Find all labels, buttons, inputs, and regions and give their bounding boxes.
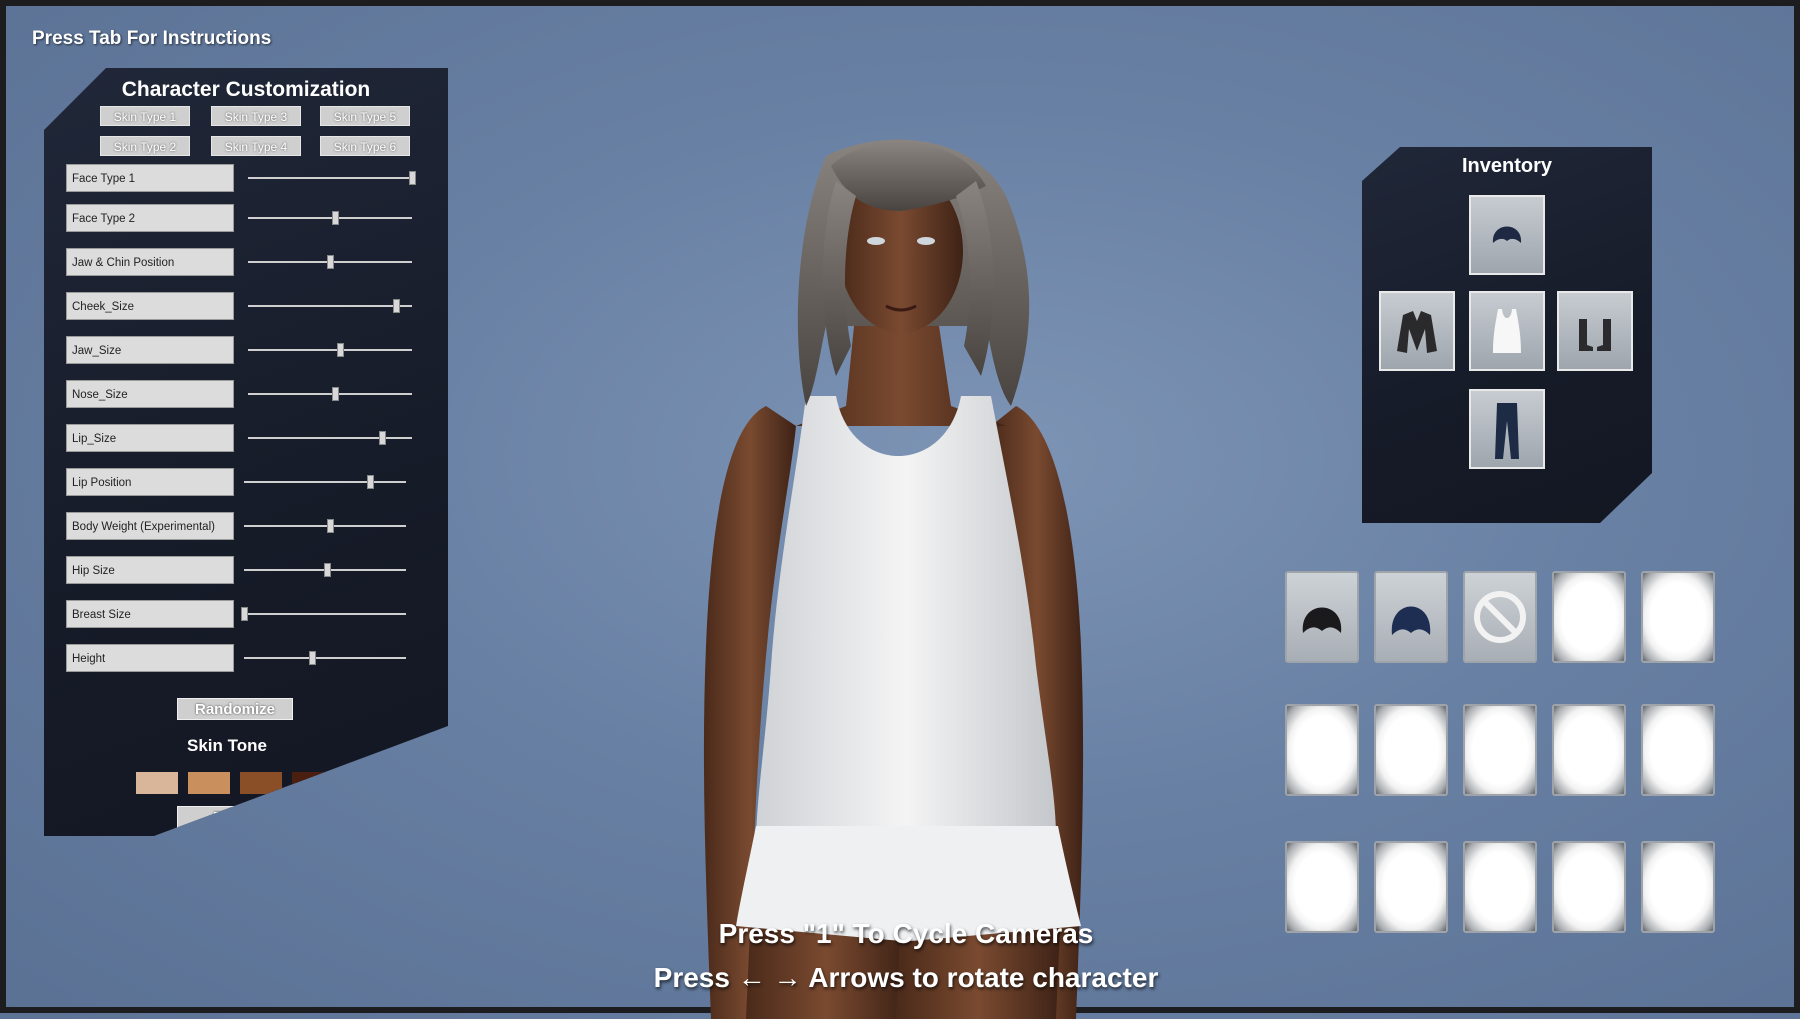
skin-tone-swatch[interactable] bbox=[292, 772, 334, 794]
slider-track[interactable] bbox=[244, 525, 406, 527]
slider-label: Jaw_Size bbox=[66, 336, 234, 364]
tank-top-icon bbox=[1493, 309, 1521, 353]
randomize-button[interactable]: Randomize bbox=[177, 698, 293, 720]
slider-label: Hip Size bbox=[66, 556, 234, 584]
slider-row: Nose_Size bbox=[66, 380, 426, 408]
jeans-icon bbox=[1495, 403, 1519, 459]
item-slot[interactable] bbox=[1374, 571, 1448, 663]
slider-row: Height bbox=[66, 644, 426, 672]
slider-thumb[interactable] bbox=[392, 299, 400, 313]
dark-hair-icon bbox=[1302, 607, 1342, 633]
empty-item-slot[interactable] bbox=[1285, 704, 1359, 796]
slider-row: Lip_Size bbox=[66, 424, 426, 452]
item-slot[interactable] bbox=[1285, 571, 1359, 663]
slider-label: Breast Size bbox=[66, 600, 234, 628]
equipped-hair-slot[interactable] bbox=[1469, 195, 1545, 275]
panel-title: Character Customization bbox=[121, 78, 371, 101]
slider-track[interactable] bbox=[248, 349, 412, 351]
slider-thumb[interactable] bbox=[367, 475, 375, 489]
skin-type-4-button[interactable]: Skin Type 4 bbox=[211, 136, 301, 156]
slider-thumb[interactable] bbox=[331, 387, 339, 401]
skin-type-6-button[interactable]: Skin Type 6 bbox=[320, 136, 410, 156]
slider-row: Face Type 1 bbox=[66, 164, 426, 192]
skin-tone-title: Skin Tone bbox=[187, 736, 267, 755]
slider-track[interactable] bbox=[248, 437, 412, 439]
slider-track[interactable] bbox=[248, 177, 412, 179]
skin-type-2-button[interactable]: Skin Type 2 bbox=[100, 136, 190, 156]
slider-label: Body Weight (Experimental) bbox=[66, 512, 234, 540]
slider-row: Breast Size bbox=[66, 600, 426, 628]
slider-track[interactable] bbox=[244, 481, 406, 483]
slider-row: Hip Size bbox=[66, 556, 426, 584]
slider-thumb[interactable] bbox=[336, 343, 344, 357]
slider-thumb[interactable] bbox=[331, 211, 339, 225]
slider-row: Jaw_Size bbox=[66, 336, 426, 364]
slider-label: Lip Position bbox=[66, 468, 234, 496]
empty-item-slot[interactable] bbox=[1641, 704, 1715, 796]
empty-item-slot[interactable] bbox=[1374, 704, 1448, 796]
skin-type-5-button[interactable]: Skin Type 5 bbox=[320, 106, 410, 126]
slider-label: Nose_Size bbox=[66, 380, 234, 408]
slider-thumb[interactable] bbox=[323, 563, 331, 577]
skin-type-1-button[interactable]: Skin Type 1 bbox=[100, 106, 190, 126]
equipped-pants-slot[interactable] bbox=[1469, 389, 1545, 469]
slider-track[interactable] bbox=[244, 657, 406, 659]
slider-thumb[interactable] bbox=[327, 255, 334, 269]
skin-tone-swatch[interactable] bbox=[240, 772, 282, 794]
slider-row: Body Weight (Experimental) bbox=[66, 512, 426, 540]
slider-label: Jaw & Chin Position bbox=[66, 248, 234, 276]
slider-track[interactable] bbox=[248, 305, 412, 307]
slider-label: Face Type 2 bbox=[66, 204, 234, 232]
slider-label: Height bbox=[66, 644, 234, 672]
boots-icon bbox=[1579, 319, 1611, 351]
slider-thumb[interactable] bbox=[326, 519, 334, 533]
slider-thumb[interactable] bbox=[409, 171, 416, 185]
jacket-icon bbox=[1397, 311, 1437, 353]
character-customization-panel: Character Customization Skin Type 1 Skin… bbox=[44, 68, 448, 836]
slider-row: Cheek_Size bbox=[66, 292, 426, 320]
slider-label: Face Type 1 bbox=[66, 164, 234, 192]
skin-tone-swatch[interactable] bbox=[188, 772, 230, 794]
inventory-panel: Inventory bbox=[1362, 147, 1652, 523]
slider-row: Lip Position bbox=[66, 468, 426, 496]
skin-tone-swatch[interactable] bbox=[136, 772, 178, 794]
blue-hair-icon bbox=[1391, 606, 1431, 635]
slider-row: Face Type 2 bbox=[66, 204, 426, 232]
none-icon bbox=[1474, 591, 1526, 643]
slider-track[interactable] bbox=[248, 217, 412, 219]
camera-hint: Press "1" To Cycle Cameras bbox=[718, 918, 1094, 949]
slider-thumb[interactable] bbox=[241, 607, 248, 621]
empty-item-slot[interactable] bbox=[1552, 704, 1626, 796]
slider-label: Cheek_Size bbox=[66, 292, 234, 320]
slider-label: Lip_Size bbox=[66, 424, 234, 452]
instructions-hint: Press Tab For Instructions bbox=[32, 28, 272, 49]
item-slot[interactable] bbox=[1463, 571, 1537, 663]
empty-item-slot[interactable] bbox=[1463, 704, 1537, 796]
slider-row: Jaw & Chin Position bbox=[66, 248, 426, 276]
inventory-title: Inventory bbox=[1461, 155, 1553, 177]
slider-track[interactable] bbox=[244, 613, 406, 615]
hair-icon bbox=[1492, 226, 1522, 243]
finish-button[interactable]: Finish bbox=[177, 806, 293, 828]
equipped-jacket-slot[interactable] bbox=[1379, 291, 1455, 371]
rotate-hint: Press ← → Arrows to rotate character bbox=[653, 962, 1159, 993]
empty-item-slot[interactable] bbox=[1641, 571, 1715, 663]
skin-type-3-button[interactable]: Skin Type 3 bbox=[211, 106, 301, 126]
equipped-top-slot[interactable] bbox=[1469, 291, 1545, 371]
empty-item-slot[interactable] bbox=[1552, 571, 1626, 663]
slider-track[interactable] bbox=[248, 393, 412, 395]
slider-thumb[interactable] bbox=[379, 431, 387, 445]
slider-thumb[interactable] bbox=[309, 651, 317, 665]
equipped-boots-slot[interactable] bbox=[1557, 291, 1633, 371]
